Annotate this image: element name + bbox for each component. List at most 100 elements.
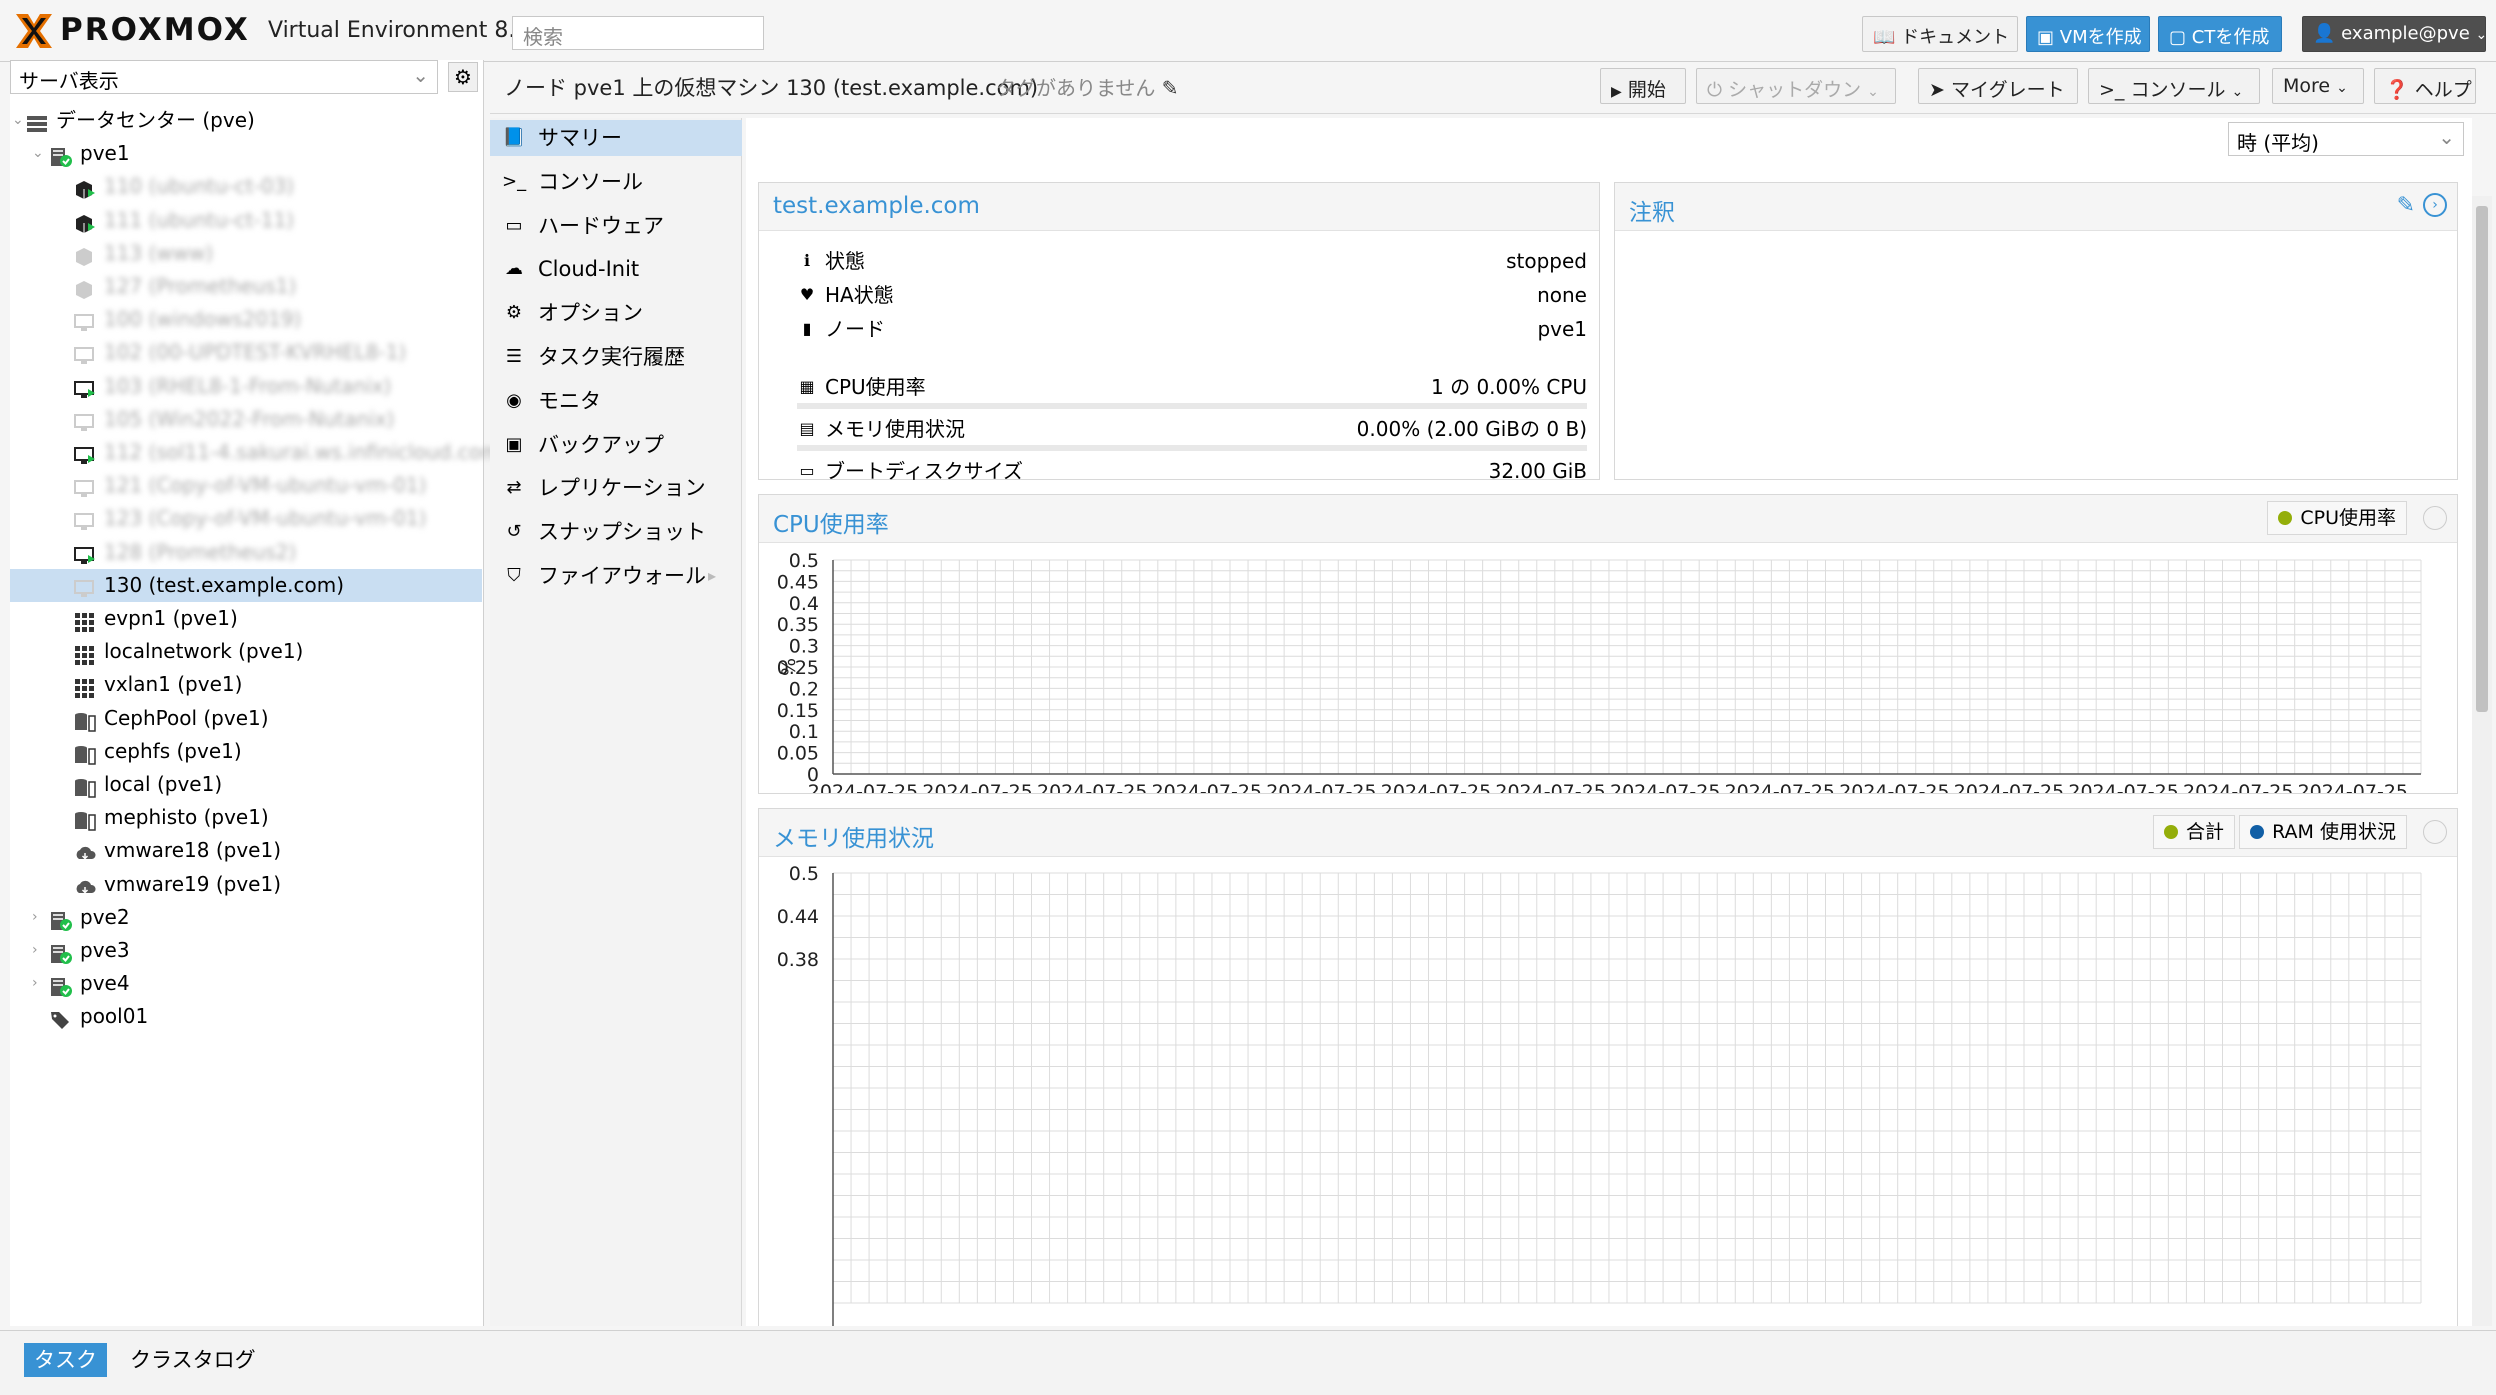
tree-item[interactable]: vmware18 (pve1) xyxy=(10,834,482,867)
tab-tasks[interactable]: タスク xyxy=(24,1343,107,1377)
tree-item-label: pve1 xyxy=(80,141,130,166)
tree-item[interactable]: › pve4 xyxy=(10,967,482,1000)
nav-item[interactable]: ◉ モニタ xyxy=(490,383,742,419)
tree-item[interactable]: 100 (windows2019) xyxy=(10,303,482,336)
nav-item-label: ハードウェア xyxy=(538,213,664,238)
datacenter-icon xyxy=(26,111,48,132)
nav-item[interactable]: ⇄ レプリケーション xyxy=(490,470,742,506)
cpu-legend-item[interactable]: CPU使用率 xyxy=(2267,501,2407,535)
x-tick-label: 2024-07-25 xyxy=(1839,781,1949,793)
tree-item[interactable]: ⌄ データセンター (pve) xyxy=(10,104,482,137)
tree-item[interactable]: 121 (Copy-of-VM-ubuntu-vm-01) xyxy=(10,469,482,502)
shutdown-button[interactable]: ⏻ シャットダウン ⌄ xyxy=(1696,68,1896,104)
expand-chevron-icon[interactable]: ⌄ xyxy=(32,137,44,170)
memory-usage-bar xyxy=(797,445,1587,451)
tree-item[interactable]: evpn1 (pve1) xyxy=(10,602,482,635)
tree-item-label: 102 (00-UPDTEST-KVRHEL8-1) xyxy=(104,340,407,365)
tree-item-label: 128 (Prometheus2) xyxy=(104,539,297,564)
tree-item[interactable]: 130 (test.example.com) xyxy=(10,568,482,602)
tree-item-label: 112 (sol11-4.sakurai.ws.infinicloud.com) xyxy=(104,440,509,464)
retweet-icon: ⇄ xyxy=(506,477,522,499)
content-scrollbar[interactable] xyxy=(2472,196,2492,1326)
tree-item-label: vmware18 (pve1) xyxy=(104,838,281,863)
tree-item[interactable]: › pve3 xyxy=(10,934,482,967)
tree-item[interactable]: vxlan1 (pve1) xyxy=(10,668,482,701)
user-menu-button[interactable]: 👤 example@pve ⌄ xyxy=(2302,16,2487,52)
view-selector[interactable]: サーバ表示 ⌄ xyxy=(10,60,438,94)
vm-running-icon xyxy=(74,377,96,398)
chart-undo-zoom-button[interactable] xyxy=(2423,506,2447,530)
book-icon: 📖 xyxy=(1873,27,1896,48)
tab-cluster-log[interactable]: クラスタログ xyxy=(120,1343,266,1377)
nav-item[interactable]: ▭ ハードウェア xyxy=(490,208,742,244)
nav-item[interactable]: 📘 サマリー xyxy=(490,120,742,156)
nav-item[interactable]: ☁ Cloud-Init xyxy=(490,251,742,287)
tags-field[interactable]: タグがありません ✎ xyxy=(996,72,1179,101)
memory-ram-legend-item[interactable]: RAM 使用状況 xyxy=(2239,815,2407,849)
start-button[interactable]: ▶ 開始 xyxy=(1600,68,1686,104)
nav-item[interactable]: ▣ バックアップ xyxy=(490,427,742,463)
create-vm-button[interactable]: ▣ VMを作成 xyxy=(2026,16,2150,52)
x-tick-label: 2024-07-25 xyxy=(2068,781,2178,793)
help-button[interactable]: ❓ ヘルプ xyxy=(2374,68,2476,104)
tree-item[interactable]: 105 (Win2022-From-Nutanix) xyxy=(10,403,482,436)
tree-item[interactable]: 127 (Prometheus1) xyxy=(10,270,482,303)
collapse-chevron-icon[interactable]: › xyxy=(32,934,38,967)
scrollbar-thumb[interactable] xyxy=(2476,206,2488,712)
ct-running-icon xyxy=(74,177,96,200)
tree-item[interactable]: 112 (sol11-4.sakurai.ws.infinicloud.com) xyxy=(10,436,508,469)
tree-item[interactable]: ⌄ pve1 xyxy=(10,137,482,170)
search-input[interactable]: 検索 xyxy=(512,16,764,50)
nav-item[interactable]: ⛉ ファイアウォール ▸ xyxy=(490,558,742,594)
gear-icon[interactable]: ⚙ xyxy=(448,62,478,92)
documentation-button[interactable]: 📖 ドキュメント xyxy=(1862,16,2018,52)
status-panel: test.example.com ℹ 状態 stopped ♥ HA状態 none ▮ ノード… xyxy=(758,182,1600,539)
vm-stopped-icon xyxy=(74,509,96,531)
expand-chevron-icon[interactable]: ⌄ xyxy=(12,104,24,137)
tree-item[interactable]: localnetwork (pve1) xyxy=(10,635,482,668)
tree-item[interactable]: › pve2 xyxy=(10,901,482,934)
tree-item[interactable]: 113 (www) xyxy=(10,237,482,270)
tree-item[interactable]: 110 (ubuntu-ct-03) xyxy=(10,170,482,203)
chart-undo-zoom-button[interactable] xyxy=(2423,820,2447,844)
cpu-chart: 0.50.450.40.350.30.250.20.150.10.050%202… xyxy=(777,550,2422,793)
timeframe-selector[interactable]: 時 (平均) ⌄ xyxy=(2228,122,2464,156)
tree-item[interactable]: CephPool (pve1) xyxy=(10,702,482,735)
x-tick-label: 2024-07-25 xyxy=(1266,781,1376,793)
collapse-chevron-icon[interactable]: › xyxy=(32,967,38,1000)
tree-item-label: 130 (test.example.com) xyxy=(104,572,345,597)
tree-item[interactable]: 103 (RHEL8-1-From-Nutanix) xyxy=(10,370,482,403)
y-tick-label: 0.44 xyxy=(777,906,819,928)
nav-item[interactable]: ⚙ オプション xyxy=(490,295,742,331)
tree-item[interactable]: mephisto (pve1) xyxy=(10,801,482,834)
status-value: 1 の 0.00% CPU xyxy=(1431,375,1587,399)
pencil-icon[interactable]: ✎ xyxy=(1162,76,1179,100)
chevron-circle-right-icon[interactable]: › xyxy=(2423,193,2447,217)
tree-item[interactable]: 128 (Prometheus2) xyxy=(10,536,482,569)
nav-item[interactable]: ↺ スナップショット xyxy=(490,514,742,550)
migrate-button[interactable]: ➤ マイグレート xyxy=(1918,68,2078,104)
tree-item[interactable]: cephfs (pve1) xyxy=(10,735,482,768)
tree-item[interactable]: 111 (ubuntu-ct-11) xyxy=(10,204,482,237)
tree-item[interactable]: local (pve1) xyxy=(10,768,482,801)
edit-icon[interactable]: ✎ xyxy=(2397,193,2415,218)
tree-item[interactable]: pool01 xyxy=(10,1000,482,1033)
console-button[interactable]: >_ コンソール ⌄ xyxy=(2088,68,2260,104)
tree-item-label: pool01 xyxy=(80,1004,149,1029)
more-button[interactable]: More ⌄ xyxy=(2272,68,2364,104)
resource-tree-panel: サーバ表示 ⌄ ⚙ ⌄ データセンター (pve) ⌄ pve1 110 (ubuntu… xyxy=(10,60,508,1326)
memory-total-legend-item[interactable]: 合計 xyxy=(2152,815,2235,849)
tree-item-label: 110 (ubuntu-ct-03) xyxy=(104,174,295,199)
cpu-legend-label: CPU使用率 xyxy=(2300,507,2396,529)
tree-item[interactable]: 102 (00-UPDTEST-KVRHEL8-1) xyxy=(10,336,482,369)
tree-item[interactable]: vmware19 (pve1) xyxy=(10,868,482,901)
status-key: ブートディスクサイズ xyxy=(825,459,1023,483)
tree-item[interactable]: 123 (Copy-of-VM-ubuntu-vm-01) xyxy=(10,502,482,535)
collapse-chevron-icon[interactable]: › xyxy=(32,901,38,934)
nav-item[interactable]: >_ コンソール xyxy=(490,164,742,200)
create-ct-button[interactable]: ▢ CTを作成 xyxy=(2158,16,2282,52)
status-value: none xyxy=(1537,283,1587,307)
ct-stopped-icon xyxy=(74,277,96,299)
nav-item[interactable]: ☰ タスク実行履歴 xyxy=(490,339,742,375)
tree-item-label: vmware19 (pve1) xyxy=(104,871,281,896)
